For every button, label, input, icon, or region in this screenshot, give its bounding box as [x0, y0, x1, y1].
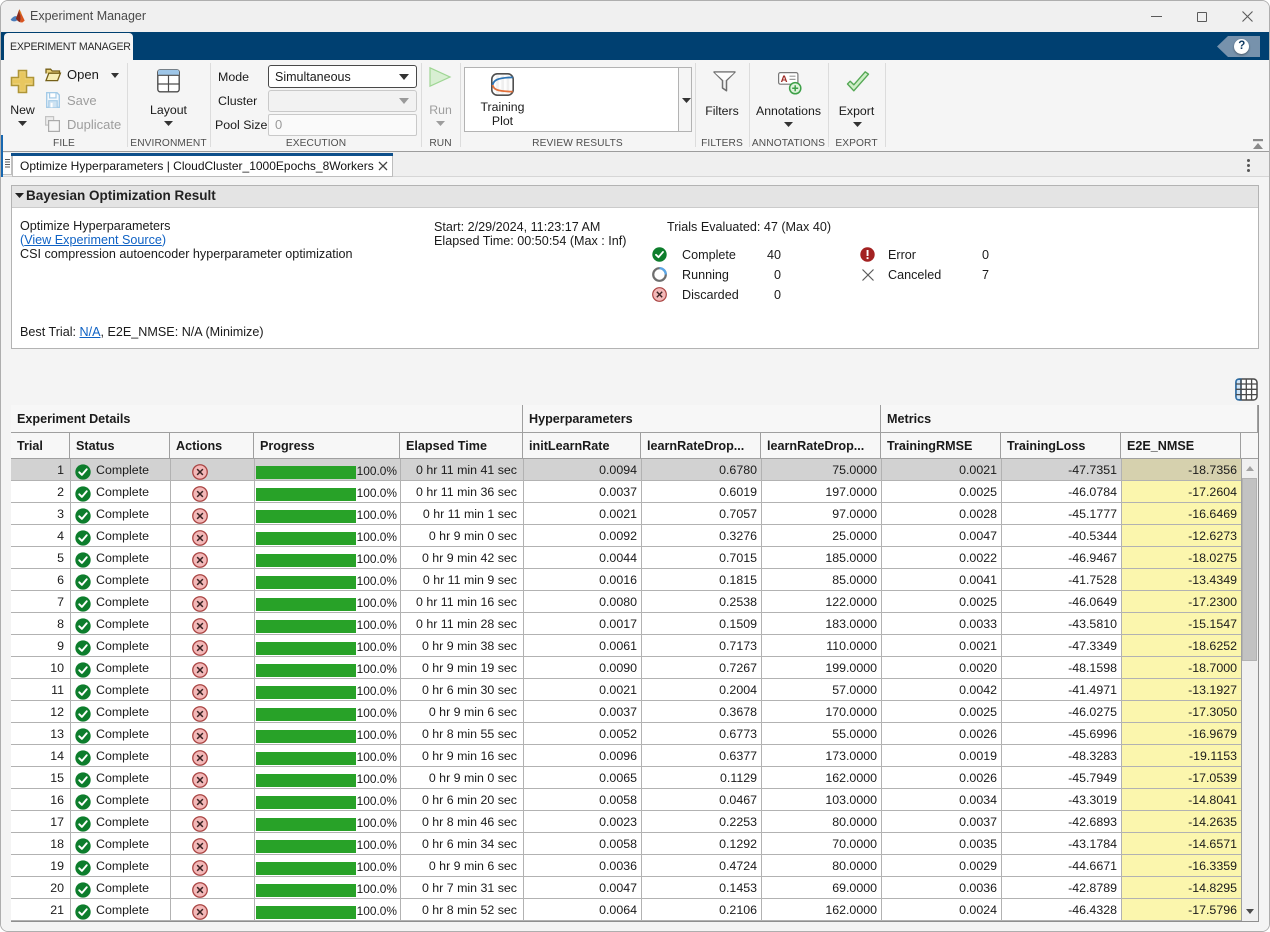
svg-text:A: A — [781, 74, 788, 85]
